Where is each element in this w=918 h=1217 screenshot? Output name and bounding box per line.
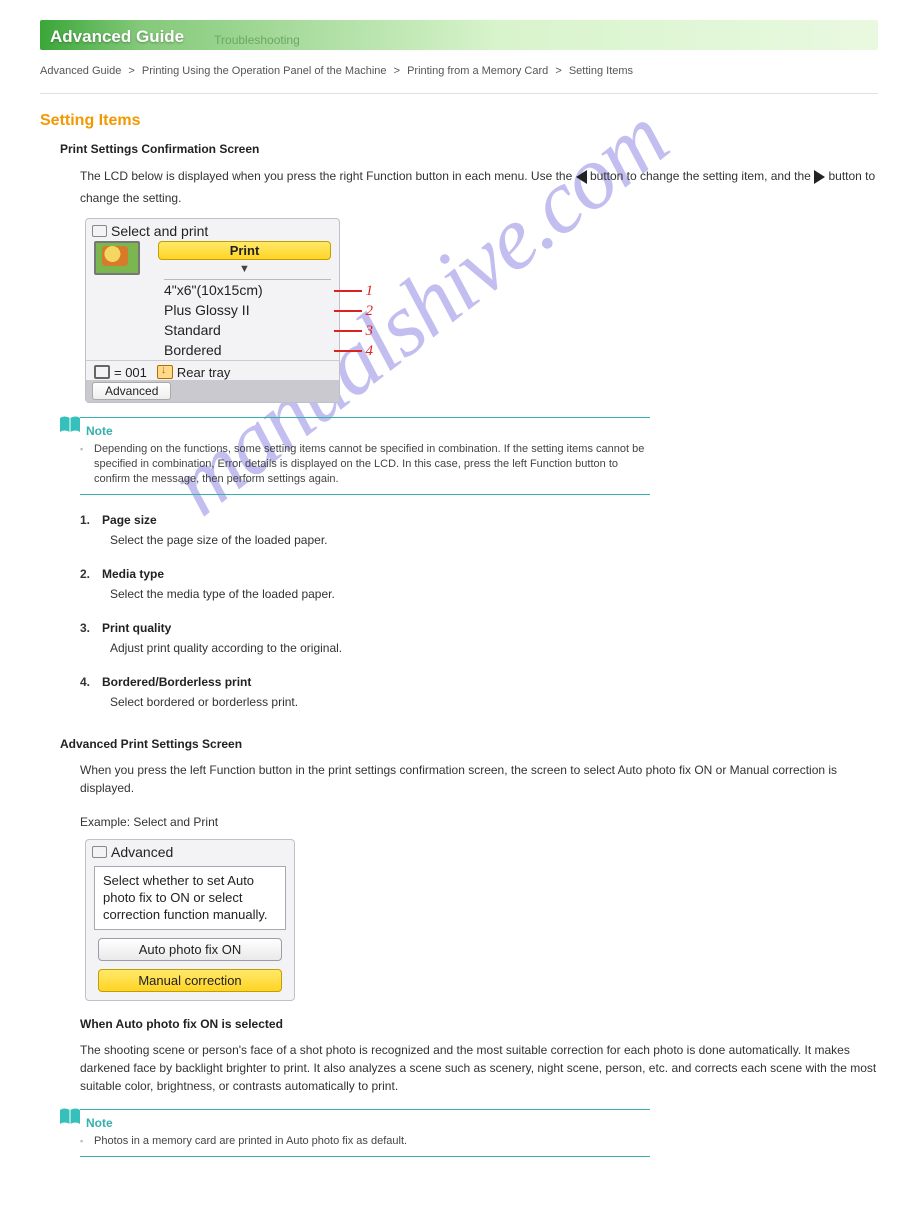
card-icon: [92, 846, 107, 858]
lcd-select-print: Select and print Print ▼ 4"x6"(10x15cm) …: [85, 218, 340, 403]
item-title: Page size: [102, 513, 157, 527]
chevron-down-icon: ▼: [239, 263, 250, 275]
prompt-text: Select whether to set Auto photo fix to …: [94, 866, 286, 931]
item-number: 1.: [80, 513, 90, 527]
triangle-left-icon: [576, 170, 587, 184]
triangle-right-icon: [814, 170, 825, 184]
crumb-item: Printing Using the Operation Panel of th…: [142, 65, 387, 77]
auto-photo-fix-button[interactable]: Auto photo fix ON: [98, 938, 282, 961]
setting-quality[interactable]: Standard 3: [164, 320, 331, 340]
item-title: Media type: [102, 567, 164, 581]
note-box: Note Photos in a memory card are printed…: [80, 1109, 650, 1156]
photo-thumbnail: [94, 241, 140, 275]
item-number: 3.: [80, 621, 90, 635]
page-title: Setting Items: [40, 112, 878, 130]
item-title: Bordered/Borderless print: [102, 675, 251, 689]
note-box: Note Depending on the functions, some se…: [80, 417, 650, 495]
intro-text: button to change the setting item, and t…: [590, 169, 811, 183]
tray-icon: [157, 365, 173, 379]
item-title: Print quality: [102, 621, 171, 635]
chevron-right-icon: >: [394, 65, 400, 77]
item-number: 2.: [80, 567, 90, 581]
lcd-title: Advanced: [111, 844, 173, 860]
book-icon: [58, 415, 82, 437]
setting-media-type[interactable]: Plus Glossy II 2: [164, 300, 331, 320]
sub-heading: When Auto photo fix ON is selected: [80, 1015, 878, 1033]
print-button[interactable]: Print: [158, 241, 331, 260]
manual-correction-button[interactable]: Manual correction: [98, 969, 282, 992]
header-ribbon: Advanced Guide Troubleshooting: [40, 20, 878, 50]
example-label: Example: Select and Print: [80, 813, 878, 831]
body-text: The shooting scene or person's face of a…: [80, 1041, 878, 1095]
breadcrumb: Advanced Guide > Printing Using the Oper…: [40, 64, 878, 94]
chevron-right-icon: >: [555, 65, 561, 77]
setting-border[interactable]: Bordered 4: [164, 340, 331, 360]
item-desc: Adjust print quality according to the or…: [110, 639, 878, 657]
crumb-item: Printing from a Memory Card: [407, 65, 548, 77]
advanced-button[interactable]: Advanced: [92, 382, 171, 400]
lcd-title: Select and print: [111, 223, 208, 239]
section-heading: Advanced Print Settings Screen: [60, 735, 878, 753]
note-heading: Note: [86, 424, 650, 438]
body-text: When you press the left Function button …: [80, 761, 878, 797]
note-heading: Note: [86, 1116, 650, 1130]
note-body: Photos in a memory card are printed in A…: [80, 1134, 650, 1149]
tray-label: Rear tray: [177, 365, 230, 380]
page-icon: [94, 365, 110, 379]
crumb-item: Setting Items: [569, 65, 633, 77]
setting-page-size[interactable]: 4"x6"(10x15cm) 1: [164, 280, 331, 300]
crumb-item: Advanced Guide: [40, 65, 121, 77]
chevron-right-icon: >: [128, 65, 134, 77]
item-desc: Select the media type of the loaded pape…: [110, 585, 878, 603]
item-desc: Select the page size of the loaded paper…: [110, 531, 878, 549]
section-heading: Print Settings Confirmation Screen: [60, 140, 878, 158]
intro-text: The LCD below is displayed when you pres…: [80, 169, 572, 183]
book-icon: [58, 1107, 82, 1129]
note-body: Depending on the functions, some setting…: [80, 442, 650, 488]
ribbon-title: Advanced Guide: [50, 27, 184, 47]
lcd-advanced: Advanced Select whether to set Auto phot…: [85, 839, 295, 1002]
copy-count: = 001: [114, 365, 147, 380]
item-number: 4.: [80, 675, 90, 689]
ribbon-secondary: Troubleshooting: [214, 33, 300, 47]
card-icon: [92, 225, 107, 237]
item-desc: Select bordered or borderless print.: [110, 693, 878, 711]
